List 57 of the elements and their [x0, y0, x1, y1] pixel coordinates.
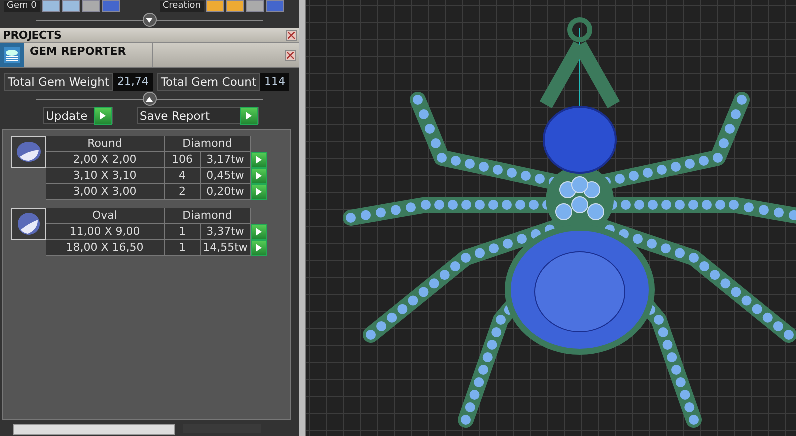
table-cell: 1	[165, 240, 201, 256]
play-icon	[100, 112, 106, 120]
toolbar-label: Creation	[160, 0, 204, 12]
go-button[interactable]	[251, 152, 267, 168]
chevron-up-icon	[146, 96, 153, 102]
close-button[interactable]	[285, 50, 296, 60]
total-label: Total Gem Count	[156, 73, 260, 91]
toolbar-button[interactable]	[42, 0, 60, 12]
total-value: 114	[260, 73, 290, 91]
table-cell: 2,00 X 2,00	[46, 152, 165, 168]
total-value: 21,74	[113, 73, 153, 91]
toolbar-button[interactable]	[266, 0, 284, 12]
collapse-button[interactable]	[142, 13, 156, 27]
go-button[interactable]	[251, 224, 267, 240]
action-button[interactable]: Update	[43, 107, 113, 124]
table-cell: Oval	[46, 208, 165, 224]
chevron-down-icon	[146, 18, 153, 22]
panel-title: GEM REPORTER	[24, 43, 153, 67]
table-cell: 11,00 X 9,00	[46, 224, 165, 240]
close-button[interactable]	[286, 30, 298, 40]
go-button[interactable]	[251, 184, 267, 200]
toolbar-button[interactable]	[226, 0, 244, 12]
table-cell: 1	[165, 224, 201, 240]
toolbar-button[interactable]	[82, 0, 100, 12]
input-field[interactable]	[13, 424, 175, 435]
round-gem-icon	[16, 141, 42, 163]
table-cell: 4	[165, 168, 201, 184]
oval-gem-icon	[16, 212, 42, 236]
close-icon	[288, 32, 296, 38]
toolbar-button[interactable]	[206, 0, 224, 12]
total-label: Total Gem Weight	[4, 73, 114, 91]
table-cell: 3,17tw	[201, 152, 251, 168]
toolbar-button[interactable]	[246, 0, 264, 12]
table-cell: 0,45tw	[201, 168, 251, 184]
table-cell: Diamond	[165, 136, 251, 152]
table-cell: 18,00 X 16,50	[46, 240, 165, 256]
table-cell: 3,10 X 3,10	[46, 168, 165, 184]
table-cell: Diamond	[165, 208, 251, 224]
table-cell: 106	[165, 152, 201, 168]
table-cell: 2	[165, 184, 201, 200]
panel-title: PROJECTS	[3, 28, 62, 42]
table-cell: Round	[46, 136, 165, 152]
close-icon	[287, 52, 294, 58]
table-cell: 14,55tw	[201, 240, 251, 256]
go-button[interactable]	[251, 240, 267, 256]
collapse-button[interactable]	[142, 92, 156, 106]
toolbar-button[interactable]	[62, 0, 80, 12]
table-cell: 0,20tw	[201, 184, 251, 200]
table-cell: 3,00 X 3,00	[46, 184, 165, 200]
action-button[interactable]: Save Report	[137, 107, 259, 124]
table-cell: 3,37tw	[201, 224, 251, 240]
report-icon	[3, 46, 21, 64]
toolbar-label: Gem 0	[4, 0, 40, 12]
scrollbar[interactable]	[299, 0, 306, 436]
go-button[interactable]	[251, 168, 267, 184]
toolbar-button[interactable]	[102, 0, 120, 12]
play-icon	[246, 112, 252, 120]
